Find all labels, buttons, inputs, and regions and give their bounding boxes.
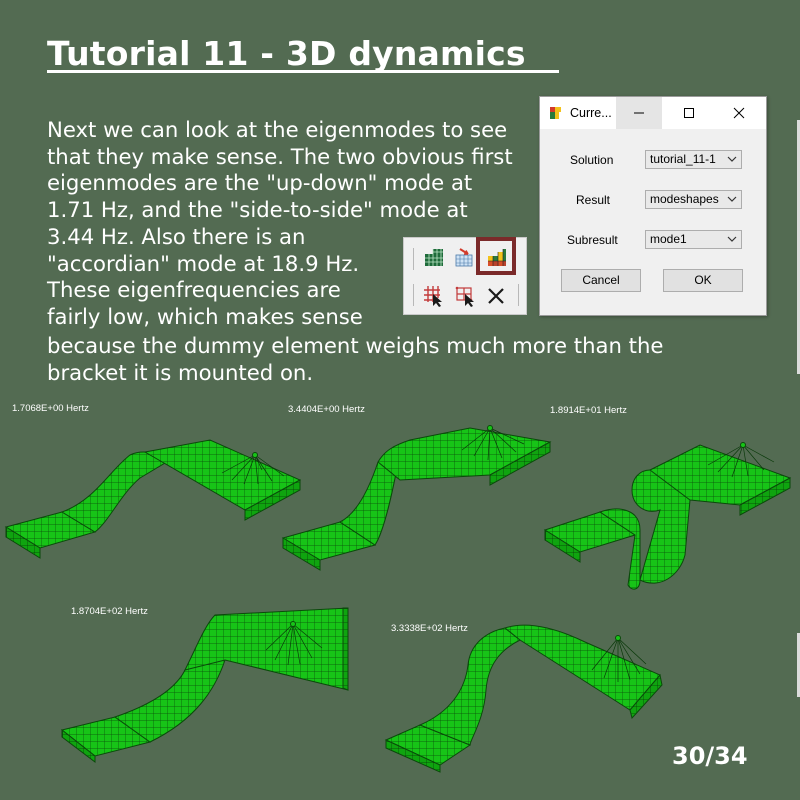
page-number: 30/34 bbox=[672, 742, 748, 770]
mode-shape-1 bbox=[4, 439, 302, 559]
mode-shape-3 bbox=[543, 442, 792, 590]
mode-shape-4 bbox=[60, 607, 349, 764]
mode-shape-5 bbox=[384, 624, 663, 773]
mode-shape-meshes bbox=[4, 425, 792, 773]
mode-shape-2 bbox=[281, 425, 552, 571]
